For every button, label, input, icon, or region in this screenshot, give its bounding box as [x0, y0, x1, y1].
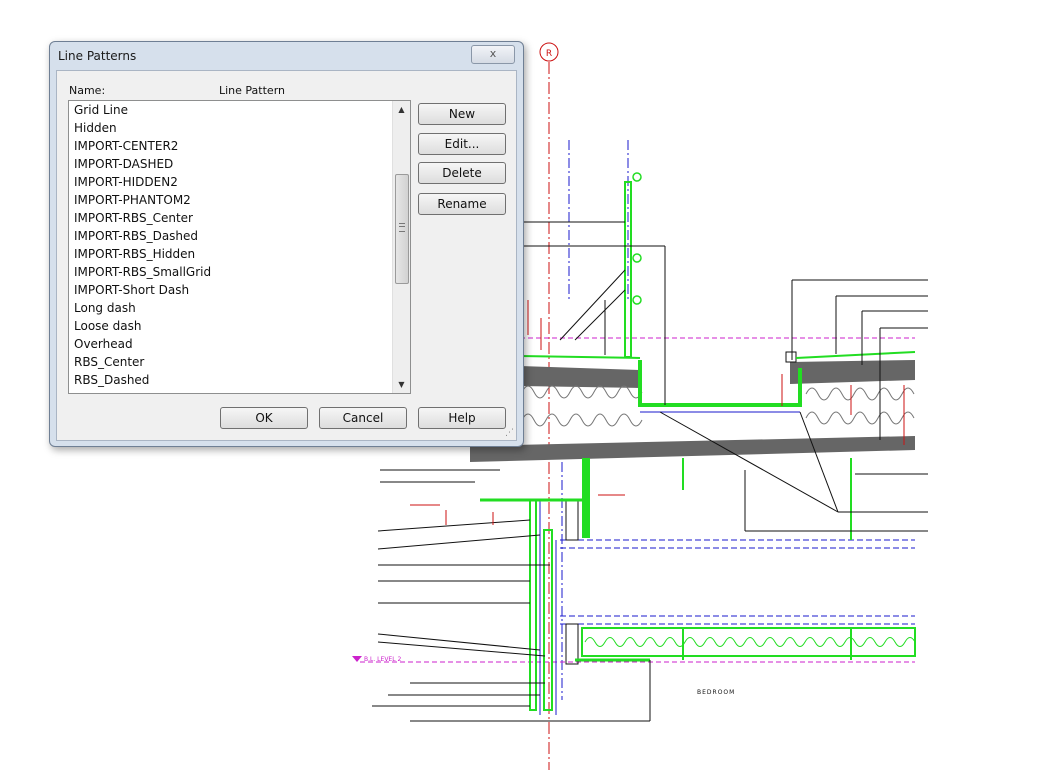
pattern-name: IMPORT-Short Dash [74, 283, 190, 297]
list-item[interactable]: RBS_Center [69, 353, 392, 371]
list-item[interactable]: Overhead [69, 335, 392, 353]
delete-button[interactable]: Delete [418, 162, 506, 184]
room-label: BEDROOM [697, 689, 735, 696]
resize-grip-icon[interactable]: ⋰ [505, 428, 514, 438]
dialog-title: Line Patterns [58, 49, 137, 63]
cancel-button[interactable]: Cancel [319, 407, 407, 429]
list-item[interactable]: IMPORT-CENTER2 [69, 137, 392, 155]
list-item[interactable]: IMPORT-RBS_Center [69, 209, 392, 227]
pattern-name: IMPORT-CENTER2 [74, 139, 179, 153]
scroll-down-arrow-icon[interactable]: ▼ [393, 376, 410, 393]
pattern-name: IMPORT-RBS_Center [74, 211, 193, 225]
ok-button[interactable]: OK [220, 407, 308, 429]
pattern-name: Loose dash [74, 319, 142, 333]
level-label: B.L. LEVEL 2 [364, 656, 401, 663]
pattern-name: IMPORT-HIDDEN2 [74, 175, 178, 189]
close-button[interactable]: x [471, 45, 515, 64]
pattern-name: RBS_Center [74, 355, 145, 369]
pattern-name: Overhead [74, 337, 133, 351]
list-item[interactable]: IMPORT-HIDDEN2 [69, 173, 392, 191]
pattern-name: IMPORT-DASHED [74, 157, 174, 171]
list-item[interactable]: IMPORT-RBS_Hidden [69, 245, 392, 263]
pattern-name: Grid Line [74, 103, 129, 117]
help-button[interactable]: Help [418, 407, 506, 429]
pattern-name: IMPORT-PHANTOM2 [74, 193, 191, 207]
list-item[interactable]: RBS_Dashed [69, 371, 392, 389]
pattern-name: IMPORT-RBS_Hidden [74, 247, 196, 261]
line-patterns-dialog: Line Patterns x Name: Line Pattern RBS_D… [49, 41, 524, 447]
pattern-list[interactable]: RBS_Dashed RBS_Center Overhead Loose dash Lo… [68, 100, 411, 394]
grid-bubble-label: R [546, 49, 552, 59]
pattern-name: Hidden [74, 121, 117, 135]
edit-button[interactable]: Edit... [418, 133, 506, 155]
list-item[interactable]: IMPORT-DASHED [69, 155, 392, 173]
pattern-name: Long dash [74, 301, 136, 315]
column-header-pattern: Line Pattern [219, 84, 285, 97]
list-item[interactable]: Hidden [69, 119, 392, 137]
list-item[interactable]: Long dash [69, 299, 392, 317]
list-item[interactable]: Grid Line [69, 101, 392, 119]
pattern-name: IMPORT-RBS_Dashed [74, 229, 199, 243]
pattern-name: RBS_Dashed [74, 373, 150, 387]
rename-button[interactable]: Rename [418, 193, 506, 215]
list-scrollbar[interactable]: ▲ ▼ [392, 101, 410, 393]
list-item[interactable]: IMPORT-RBS_SmallGrid [69, 263, 392, 281]
list-item[interactable]: IMPORT-RBS_Dashed [69, 227, 392, 245]
column-header-name: Name: [69, 84, 106, 97]
pattern-name: IMPORT-RBS_SmallGrid [74, 265, 212, 279]
new-button[interactable]: New [418, 103, 506, 125]
list-item[interactable]: IMPORT-PHANTOM2 [69, 191, 392, 209]
list-item[interactable]: IMPORT-Short Dash [69, 281, 392, 299]
dialog-body: Name: Line Pattern RBS_Dashed RBS_Center O… [56, 70, 517, 441]
scroll-thumb[interactable] [395, 174, 409, 284]
list-item[interactable]: Loose dash [69, 317, 392, 335]
scroll-up-arrow-icon[interactable]: ▲ [393, 101, 410, 118]
